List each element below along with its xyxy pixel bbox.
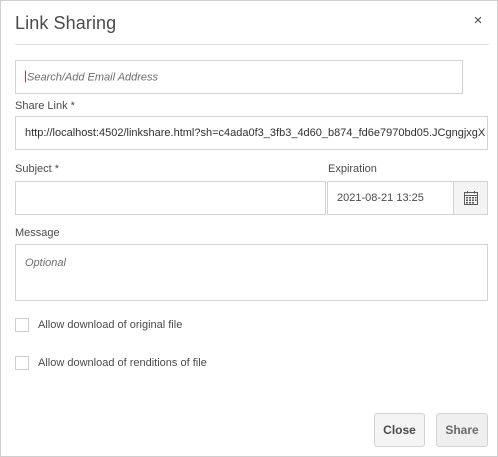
message-label: Message	[15, 227, 60, 239]
calendar-button[interactable]	[453, 181, 488, 215]
allow-renditions-download-checkbox[interactable]	[15, 356, 29, 370]
search-email-placeholder: Search/Add Email Address	[27, 71, 159, 84]
expiration-label: Expiration	[328, 163, 377, 175]
share-link-value: http://localhost:4502/linkshare.html?sh=…	[25, 127, 485, 139]
allow-original-download-checkbox[interactable]	[15, 318, 29, 332]
close-button[interactable]: Close	[374, 413, 425, 447]
expiration-input[interactable]: 2021-08-21 13:25	[327, 181, 453, 215]
subject-label: Subject *	[15, 163, 60, 175]
subject-input[interactable]	[15, 181, 326, 215]
dialog-title: Link Sharing	[15, 13, 117, 33]
message-textarea[interactable]: Optional	[15, 244, 488, 301]
link-sharing-dialog: Link Sharing × Search/Add Email Address …	[0, 0, 498, 457]
calendar-icon	[463, 191, 478, 205]
share-link-field[interactable]: http://localhost:4502/linkshare.html?sh=…	[15, 116, 488, 150]
close-icon[interactable]: ×	[471, 13, 485, 28]
expiration-value: 2021-08-21 13:25	[337, 192, 424, 204]
allow-renditions-download-label: Allow download of renditions of file	[38, 357, 207, 369]
text-caret	[25, 70, 26, 83]
allow-original-download-label: Allow download of original file	[38, 319, 183, 331]
share-button[interactable]: Share	[436, 413, 488, 447]
share-link-label: Share Link *	[15, 100, 75, 112]
search-email-input[interactable]: Search/Add Email Address	[15, 60, 463, 94]
message-placeholder: Optional	[25, 257, 66, 269]
option-row-original[interactable]: Allow download of original file	[15, 318, 182, 332]
title-divider	[15, 44, 489, 45]
option-row-renditions[interactable]: Allow download of renditions of file	[15, 356, 207, 370]
